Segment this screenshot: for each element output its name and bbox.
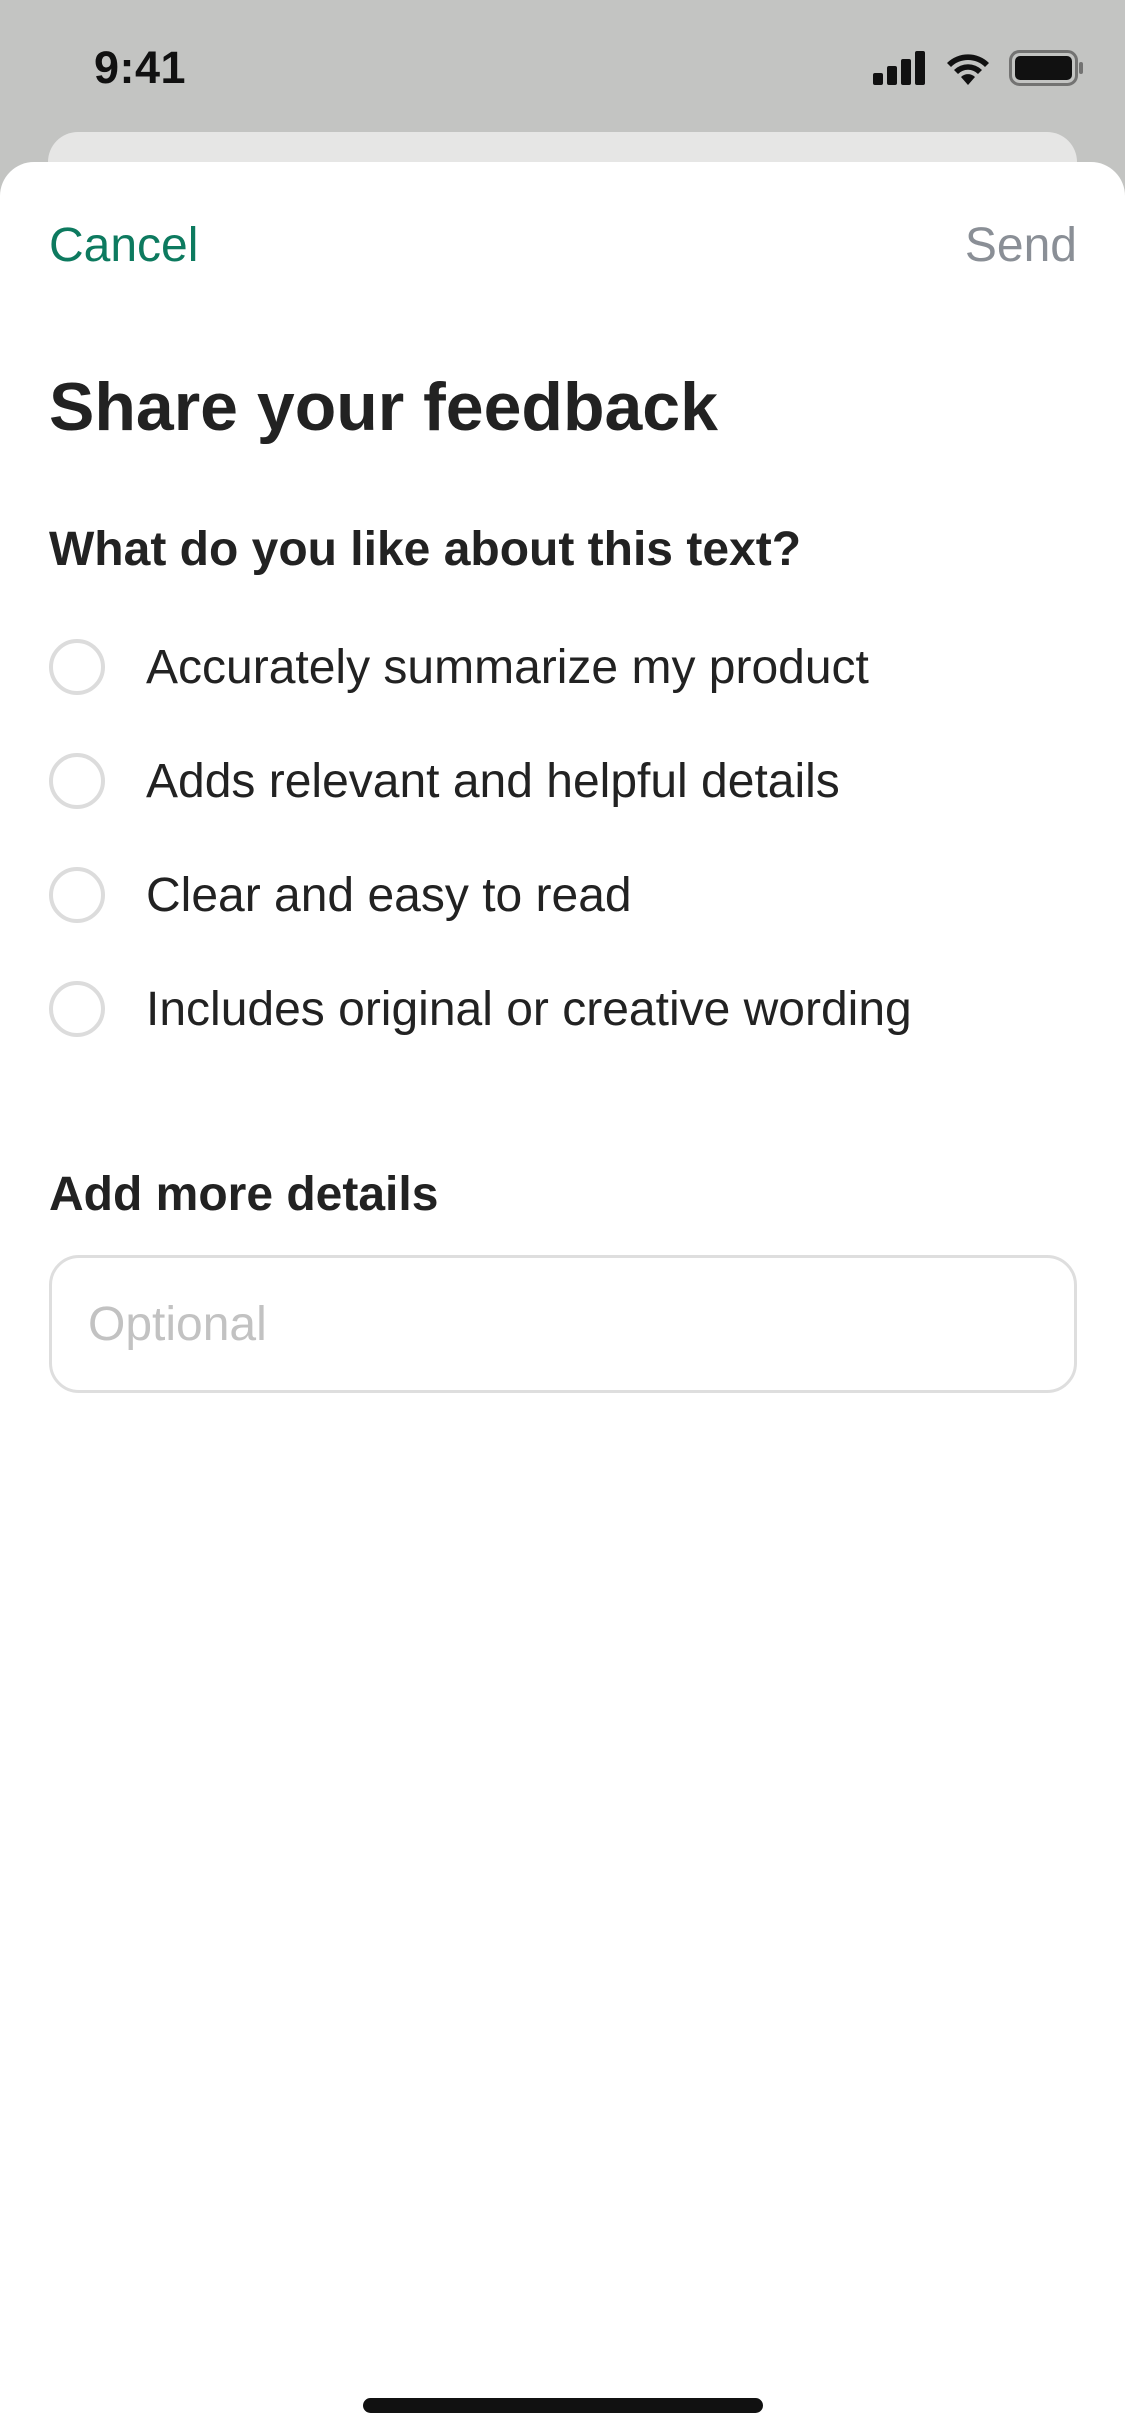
option-original-wording[interactable]: Includes original or creative wording (49, 952, 1079, 1066)
send-button[interactable]: Send (965, 218, 1077, 273)
radio-button[interactable] (49, 753, 105, 809)
status-bar: 9:41 (0, 0, 1125, 132)
option-label: Accurately summarize my product (146, 640, 869, 694)
details-input[interactable] (49, 1255, 1077, 1393)
cancel-button[interactable]: Cancel (49, 218, 198, 273)
radio-button[interactable] (49, 639, 105, 695)
page-title: Share your feedback (49, 369, 718, 445)
status-time: 9:41 (94, 42, 187, 93)
cellular-signal-icon (873, 51, 925, 85)
wifi-icon (947, 54, 989, 85)
radio-button[interactable] (49, 981, 105, 1037)
option-relevant-details[interactable]: Adds relevant and helpful details (49, 724, 1079, 838)
radio-button[interactable] (49, 867, 105, 923)
status-icons (873, 50, 1085, 86)
option-label: Clear and easy to read (146, 868, 632, 922)
details-heading: Add more details (49, 1168, 439, 1221)
battery-icon (1009, 50, 1083, 86)
feedback-sheet: Cancel Send Share your feedback What do … (0, 162, 1125, 2436)
option-label: Includes original or creative wording (146, 982, 912, 1036)
option-clear-easy[interactable]: Clear and easy to read (49, 838, 1079, 952)
option-accurately-summarize[interactable]: Accurately summarize my product (49, 610, 1079, 724)
option-label: Adds relevant and helpful details (146, 754, 840, 808)
feedback-options: Accurately summarize my product Adds rel… (49, 610, 1079, 1066)
question-heading: What do you like about this text? (49, 523, 802, 576)
home-indicator (363, 2398, 763, 2413)
